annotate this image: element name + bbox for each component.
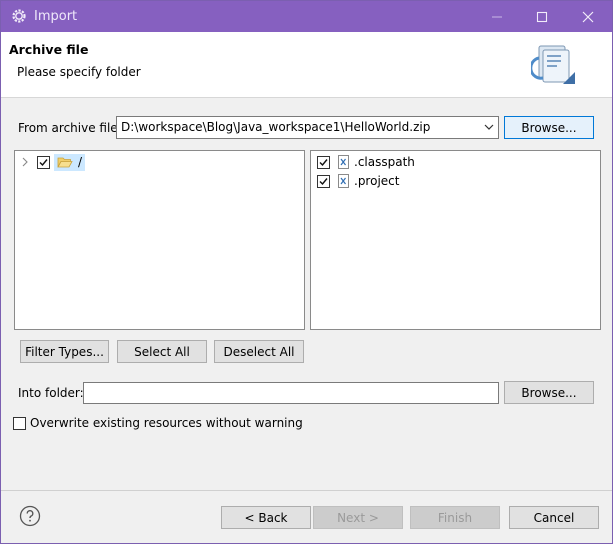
file-list-panel[interactable]: .classpath .project	[310, 150, 601, 330]
close-icon	[582, 11, 594, 22]
archive-browse-button[interactable]: Browse...	[504, 116, 594, 139]
archive-file-label: From archive file:	[18, 121, 122, 135]
filter-types-button[interactable]: Filter Types...	[20, 340, 109, 363]
folder-tree-panel[interactable]: /	[14, 150, 305, 330]
file-checkbox[interactable]	[317, 155, 330, 169]
title-bar: Import	[1, 1, 612, 32]
folder-open-icon	[57, 157, 73, 167]
select-all-button[interactable]: Select All	[117, 340, 207, 363]
finish-button[interactable]: Finish	[410, 506, 500, 529]
maximize-icon	[536, 11, 548, 22]
xml-file-icon	[338, 174, 349, 188]
tree-expand-icon[interactable]	[20, 157, 30, 167]
file-row[interactable]: .project	[317, 172, 399, 190]
archive-file-path: D:\workspace\Blog\Java_workspace1\HelloW…	[121, 120, 431, 134]
tree-root-row[interactable]: /	[20, 153, 86, 171]
archive-file-combo[interactable]: D:\workspace\Blog\Java_workspace1\HelloW…	[116, 116, 499, 139]
deselect-all-button[interactable]: Deselect All	[214, 340, 304, 363]
wizard-header: Archive file Please specify folder	[1, 32, 612, 98]
window-title: Import	[34, 9, 78, 24]
footer-divider	[1, 490, 612, 491]
help-icon[interactable]	[19, 505, 41, 527]
overwrite-checkbox[interactable]	[13, 416, 26, 430]
file-checkbox[interactable]	[317, 174, 330, 188]
maximize-button[interactable]	[519, 1, 565, 32]
minimize-button[interactable]	[474, 1, 520, 32]
chevron-down-icon[interactable]	[484, 122, 494, 132]
page-title: Archive file	[9, 42, 89, 57]
file-name: .project	[354, 174, 400, 188]
into-folder-browse-button[interactable]: Browse...	[504, 381, 594, 404]
into-folder-label: Into folder:	[18, 386, 84, 400]
cancel-button[interactable]: Cancel	[509, 506, 599, 529]
page-description: Please specify folder	[17, 65, 141, 79]
close-button[interactable]	[565, 1, 611, 32]
next-button[interactable]: Next >	[313, 506, 403, 529]
tree-root-label: /	[78, 155, 83, 169]
file-row[interactable]: .classpath	[317, 153, 415, 171]
into-folder-input[interactable]	[83, 382, 499, 404]
overwrite-label: Overwrite existing resources without war…	[30, 416, 303, 430]
file-name: .classpath	[354, 155, 415, 169]
gear-icon	[12, 9, 26, 23]
tree-root-checkbox[interactable]	[37, 155, 50, 169]
xml-file-icon	[338, 155, 349, 169]
tree-root-selection: /	[54, 153, 86, 171]
wizard-import-icon	[531, 45, 575, 84]
back-button[interactable]: < Back	[221, 506, 311, 529]
overwrite-option[interactable]: Overwrite existing resources without war…	[13, 414, 303, 432]
minimize-icon	[492, 16, 502, 17]
import-dialog: Import Archive file Please specify folde…	[0, 0, 613, 544]
